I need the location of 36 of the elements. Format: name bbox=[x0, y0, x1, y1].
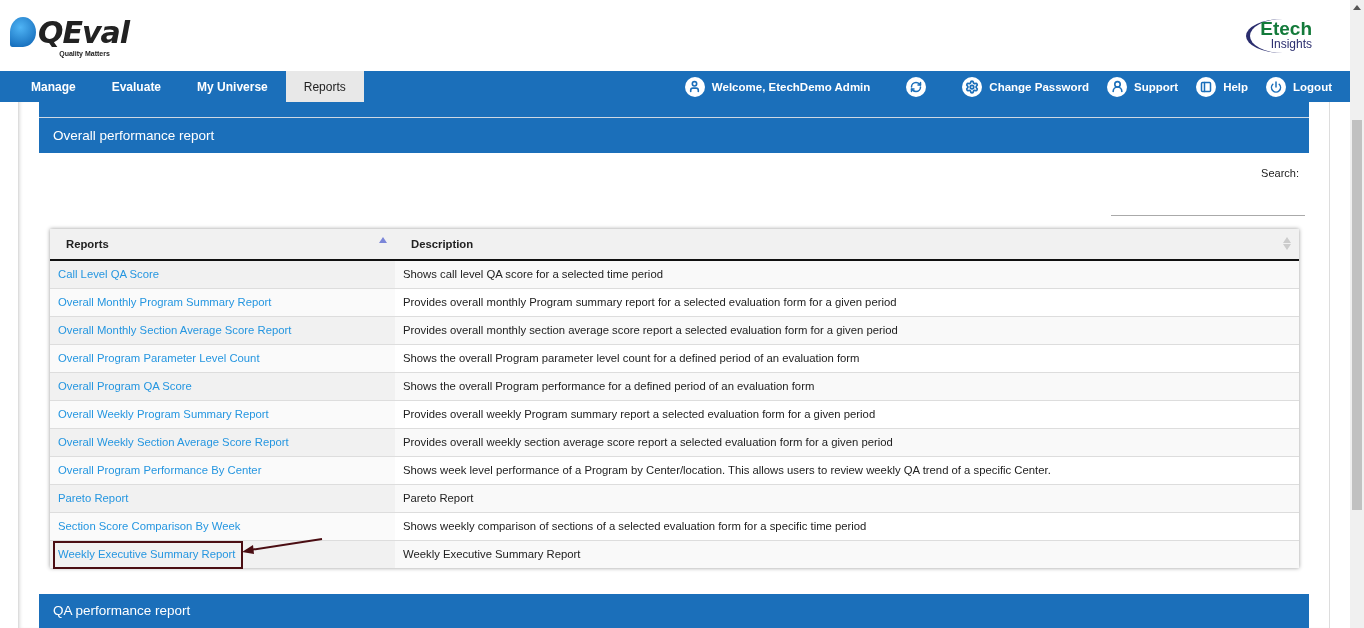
description-cell: Shows the overall Program parameter level count for a defined period of an evaluation form bbox=[395, 344, 1299, 373]
description-cell: Provides overall monthly Program summary report for a selected evaluation form for a given period bbox=[395, 288, 1299, 317]
section-header[interactable]: Overall performance report bbox=[39, 118, 1309, 153]
description-cell: Shows weekly comparison of sections of a selected evaluation form for a specific time period bbox=[395, 512, 1299, 541]
description-cell: Shows call level QA score for a selected time period bbox=[395, 259, 1299, 289]
power-icon bbox=[1266, 76, 1287, 97]
nav-tab[interactable]: Manage bbox=[13, 71, 94, 102]
settings-icon bbox=[962, 76, 983, 97]
etech-insights-logo: Etech Insights bbox=[1246, 18, 1320, 53]
nav-link[interactable]: Support bbox=[1107, 71, 1179, 102]
search-label: Search: bbox=[1261, 166, 1299, 179]
nav-link[interactable]: Help bbox=[1196, 71, 1249, 102]
refresh-icon[interactable] bbox=[906, 76, 927, 97]
description-cell: Shows week level performance of a Program by Center/location. This allows users to review weekly QA trend of a specific Center. bbox=[395, 456, 1299, 485]
nav-tab[interactable]: Reports bbox=[285, 71, 364, 102]
description-cell: Provides overall monthly section average score report a selected evaluation form for a given period bbox=[395, 316, 1299, 345]
nav-tab[interactable]: Evaluate bbox=[93, 71, 180, 102]
scrollbar[interactable] bbox=[1350, 0, 1364, 628]
column-header[interactable]: Reports bbox=[50, 228, 395, 260]
report-link[interactable]: Overall Program QA Score bbox=[58, 380, 192, 393]
report-link[interactable]: Call Level QA Score bbox=[58, 268, 160, 281]
person-icon bbox=[1107, 76, 1128, 97]
nav-link[interactable]: Logout bbox=[1266, 71, 1332, 102]
nav-link[interactable]: Welcome, EtechDemo Admin bbox=[684, 71, 871, 102]
user-icon bbox=[684, 76, 705, 97]
nav-link[interactable]: Change Password bbox=[962, 71, 1090, 102]
description-cell: Provides overall weekly Program summary report a selected evaluation form for a given period bbox=[395, 400, 1299, 429]
nav-tab[interactable]: My Universe bbox=[179, 71, 286, 102]
description-cell: Pareto Report bbox=[395, 484, 1299, 513]
description-cell: Provides overall weekly section average score report a selected evaluation form for a given period bbox=[395, 428, 1299, 457]
column-header[interactable]: Description bbox=[395, 228, 1299, 260]
report-link[interactable]: Pareto Report bbox=[58, 492, 129, 505]
description-cell: Weekly Executive Summary Report bbox=[395, 540, 1299, 568]
description-cell: Shows the overall Program performance for a defined period of an evaluation form bbox=[395, 372, 1299, 401]
panel-icon bbox=[1196, 76, 1217, 97]
section-header[interactable]: QA performance report bbox=[39, 593, 1309, 628]
